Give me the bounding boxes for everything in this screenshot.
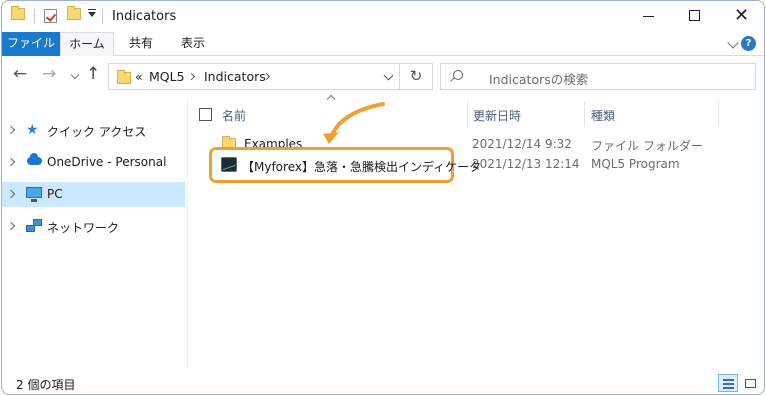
address-row: ← → ↑ « MQL5 Indicators ↻ Indicatorsの検索 xyxy=(2,56,764,98)
address-bar[interactable]: « MQL5 Indicators xyxy=(108,63,400,90)
column-divider[interactable] xyxy=(467,101,468,127)
details-view-button[interactable] xyxy=(718,374,738,392)
select-all-checkbox[interactable] xyxy=(199,108,212,121)
nav-item-pc[interactable]: PC xyxy=(2,182,185,207)
column-divider[interactable] xyxy=(718,101,719,127)
nav-item-onedrive[interactable]: OneDrive - Personal xyxy=(2,150,185,175)
expand-ribbon-icon[interactable] xyxy=(727,37,739,49)
address-dropdown-icon[interactable] xyxy=(383,70,394,81)
back-button[interactable]: ← xyxy=(13,64,27,84)
nav-item-network[interactable]: ネットワーク xyxy=(2,214,185,239)
column-header-row: 名前 更新日時 種類 xyxy=(188,98,764,130)
onedrive-cloud-icon xyxy=(27,153,42,165)
properties-check-icon[interactable] xyxy=(44,9,57,23)
title-separator xyxy=(102,9,103,24)
expand-icon[interactable] xyxy=(6,189,16,199)
nav-item-label: ネットワーク xyxy=(47,221,120,235)
breadcrumb-separator-icon[interactable] xyxy=(187,72,196,81)
network-icon xyxy=(26,219,42,233)
forward-button[interactable]: → xyxy=(42,64,56,84)
file-name: 【Myforex】急落・急騰検出インディケータ xyxy=(242,160,482,174)
mql5-program-icon xyxy=(221,157,237,172)
customize-toolbar-icon[interactable] xyxy=(88,9,96,17)
nav-item-label: OneDrive - Personal xyxy=(47,155,167,169)
close-button[interactable]: ✕ xyxy=(718,1,764,32)
pc-icon xyxy=(26,187,42,202)
file-date: 2021/12/13 12:14 xyxy=(472,157,580,171)
highlighted-file-row[interactable]: 【Myforex】急落・急騰検出インディケータ xyxy=(209,147,481,183)
nav-item-quick-access[interactable]: ★ クイック アクセス xyxy=(2,118,185,143)
minimize-icon xyxy=(643,16,654,17)
nav-item-label: PC xyxy=(47,187,63,201)
title-separator xyxy=(34,9,35,24)
column-name[interactable]: 名前 xyxy=(222,107,246,124)
ribbon-tabs: ファイル ホーム 共有 表示 ? xyxy=(2,32,764,56)
expand-icon[interactable] xyxy=(6,125,16,135)
title-bar: Indicators ✕ xyxy=(2,1,764,32)
search-placeholder: Indicatorsの検索 xyxy=(489,72,589,87)
status-bar: 2 個の項目 xyxy=(2,368,764,394)
column-divider[interactable] xyxy=(584,101,585,127)
search-input[interactable]: Indicatorsの検索 xyxy=(440,63,756,90)
large-icons-view-button[interactable] xyxy=(740,374,760,392)
nav-item-label: クイック アクセス xyxy=(47,125,147,139)
maximize-button[interactable] xyxy=(672,1,718,32)
recent-locations-icon[interactable] xyxy=(70,70,80,80)
navigation-pane: ★ クイック アクセス OneDrive - Personal PC ネットワー… xyxy=(2,98,185,368)
tab-file[interactable]: ファイル xyxy=(2,32,60,56)
maximize-icon xyxy=(689,10,700,21)
explorer-window: Indicators ✕ ファイル ホーム 共有 表示 ? ← → ↑ « MQ… xyxy=(1,0,765,395)
file-date: 2021/12/14 9:32 xyxy=(472,137,572,151)
folder-icon xyxy=(117,70,131,84)
window-title: Indicators xyxy=(112,9,177,24)
breadcrumb-indicators[interactable]: Indicators xyxy=(204,69,266,84)
close-icon: ✕ xyxy=(734,5,750,26)
column-type[interactable]: 種類 xyxy=(591,107,615,124)
expand-icon[interactable] xyxy=(6,157,16,167)
breadcrumb-overflow[interactable]: « xyxy=(135,69,143,84)
file-list: 名前 更新日時 種類 Examples 2021/12/14 9:32 ファイル… xyxy=(188,94,764,368)
file-type: MQL5 Program xyxy=(591,157,680,171)
tab-view[interactable]: 表示 xyxy=(170,32,216,56)
refresh-button[interactable]: ↻ xyxy=(400,63,433,90)
tab-share[interactable]: 共有 xyxy=(118,32,164,56)
up-button[interactable]: ↑ xyxy=(86,64,100,84)
large-icons-view-icon xyxy=(745,379,756,388)
item-count: 2 個の項目 xyxy=(16,378,76,392)
column-date[interactable]: 更新日時 xyxy=(473,107,521,124)
tab-home[interactable]: ホーム xyxy=(60,32,114,56)
expand-icon[interactable] xyxy=(6,221,16,231)
search-icon xyxy=(453,70,463,80)
breadcrumb-mql5[interactable]: MQL5 xyxy=(149,69,185,84)
help-icon[interactable]: ? xyxy=(741,36,756,51)
folder-icon xyxy=(11,6,25,20)
quick-access-star-icon: ★ xyxy=(26,122,39,138)
new-folder-icon[interactable] xyxy=(67,6,81,20)
minimize-button[interactable] xyxy=(626,1,672,32)
